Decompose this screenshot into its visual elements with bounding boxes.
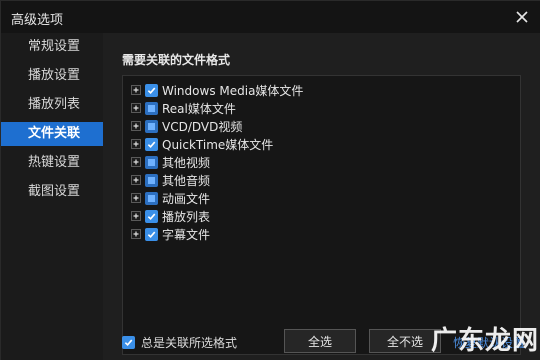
check-icon bbox=[147, 231, 156, 238]
file-type-checkbox[interactable] bbox=[145, 101, 158, 115]
restore-defaults-link[interactable]: 恢复默认设置 bbox=[453, 334, 525, 351]
advanced-options-dialog: 高级选项 常规设置 播放设置 播放列表 文件关联 热键设置 截图设置 需要关联的… bbox=[0, 0, 540, 360]
file-type-label: Real媒体文件 bbox=[162, 101, 236, 116]
file-type-checkbox[interactable] bbox=[145, 137, 158, 151]
partial-check-indicator bbox=[148, 194, 155, 202]
file-type-row[interactable]: Real媒体文件 bbox=[131, 99, 236, 117]
expand-plus-icon[interactable] bbox=[131, 157, 141, 167]
always-associate-option[interactable]: 总是关联所选格式 bbox=[122, 334, 237, 351]
file-type-checkbox[interactable] bbox=[145, 191, 158, 205]
file-type-label: 播放列表 bbox=[162, 209, 211, 224]
expand-plus-icon[interactable] bbox=[131, 193, 141, 203]
file-type-checkbox[interactable] bbox=[145, 227, 158, 241]
file-type-label: 其他视频 bbox=[162, 155, 211, 170]
file-type-label: VCD/DVD视频 bbox=[162, 119, 243, 134]
select-all-button[interactable]: 全选 bbox=[284, 329, 356, 353]
window-title: 高级选项 bbox=[11, 13, 64, 28]
sidebar-item-playlist[interactable]: 播放列表 bbox=[1, 93, 103, 117]
sidebar-item-file-association[interactable]: 文件关联 bbox=[1, 122, 103, 146]
section-title: 需要关联的文件格式 bbox=[122, 53, 231, 67]
file-type-checkbox[interactable] bbox=[145, 209, 158, 223]
file-type-row[interactable]: VCD/DVD视频 bbox=[131, 117, 242, 135]
expand-plus-icon[interactable] bbox=[131, 85, 141, 95]
file-type-row[interactable]: 其他音频 bbox=[131, 171, 210, 189]
file-type-tree: Windows Media媒体文件 Real媒体文件 VCD/DVD视频 QuickT… bbox=[122, 75, 521, 355]
close-icon bbox=[516, 11, 528, 23]
check-icon bbox=[147, 87, 156, 94]
main-panel: 需要关联的文件格式 Windows Media媒体文件 Real媒体文件 VCD/D… bbox=[103, 33, 540, 360]
sidebar-item-screenshot[interactable]: 截图设置 bbox=[1, 180, 103, 204]
file-type-row[interactable]: QuickTime媒体文件 bbox=[131, 135, 273, 153]
file-type-label: 字幕文件 bbox=[162, 227, 211, 242]
file-type-label: 其他音频 bbox=[162, 173, 211, 188]
close-button[interactable] bbox=[511, 6, 533, 28]
file-type-row[interactable]: 动画文件 bbox=[131, 189, 210, 207]
file-type-row[interactable]: 播放列表 bbox=[131, 207, 210, 225]
file-type-label: QuickTime媒体文件 bbox=[162, 137, 274, 152]
file-type-label: 动画文件 bbox=[162, 191, 211, 206]
file-type-checkbox[interactable] bbox=[145, 155, 158, 169]
select-none-button[interactable]: 全不选 bbox=[369, 329, 441, 353]
file-type-checkbox[interactable] bbox=[145, 83, 158, 97]
expand-plus-icon[interactable] bbox=[131, 211, 141, 221]
check-icon bbox=[147, 213, 156, 220]
expand-plus-icon[interactable] bbox=[131, 103, 141, 113]
file-type-label: Windows Media媒体文件 bbox=[162, 83, 304, 98]
title-bar: 高级选项 bbox=[1, 1, 540, 33]
expand-plus-icon[interactable] bbox=[131, 139, 141, 149]
check-icon bbox=[124, 339, 133, 347]
file-type-checkbox[interactable] bbox=[145, 119, 158, 133]
partial-check-indicator bbox=[148, 104, 155, 112]
partial-check-indicator bbox=[148, 176, 155, 184]
file-type-row[interactable]: Windows Media媒体文件 bbox=[131, 81, 303, 99]
sidebar-item-general[interactable]: 常规设置 bbox=[1, 35, 103, 59]
expand-plus-icon[interactable] bbox=[131, 121, 141, 131]
expand-plus-icon[interactable] bbox=[131, 175, 141, 185]
file-type-row[interactable]: 其他视频 bbox=[131, 153, 210, 171]
file-type-checkbox[interactable] bbox=[145, 173, 158, 187]
check-icon bbox=[147, 141, 156, 148]
partial-check-indicator bbox=[148, 122, 155, 130]
sidebar-item-hotkeys[interactable]: 热键设置 bbox=[1, 151, 103, 175]
file-type-row[interactable]: 字幕文件 bbox=[131, 225, 210, 243]
sidebar-item-playback[interactable]: 播放设置 bbox=[1, 64, 103, 88]
partial-check-indicator bbox=[148, 158, 155, 166]
sidebar: 常规设置 播放设置 播放列表 文件关联 热键设置 截图设置 bbox=[1, 33, 103, 360]
expand-plus-icon[interactable] bbox=[131, 229, 141, 239]
always-associate-checkbox[interactable] bbox=[122, 336, 135, 349]
always-associate-label: 总是关联所选格式 bbox=[141, 336, 238, 350]
